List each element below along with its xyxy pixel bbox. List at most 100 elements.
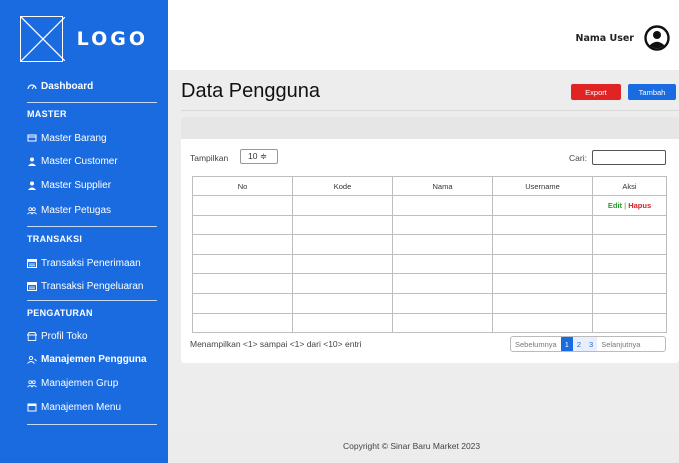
sidebar-item-master-customer[interactable]: Master Customer xyxy=(0,151,168,171)
user-name[interactable]: Nama User xyxy=(576,33,634,44)
edit-link[interactable]: Edit xyxy=(608,201,622,210)
table-cell xyxy=(292,195,393,216)
sidebar-item-manajemen-pengguna[interactable]: Manajemen Pengguna xyxy=(0,349,168,369)
divider xyxy=(27,424,157,425)
table-cell xyxy=(192,312,293,334)
table-cell xyxy=(192,253,293,275)
pagination-page-1[interactable]: 1 xyxy=(560,337,573,351)
pagination-next[interactable]: Selanjutnya xyxy=(597,337,644,351)
column-header-no[interactable]: No xyxy=(192,176,293,196)
table-cell xyxy=(192,292,293,314)
table-cell xyxy=(292,312,393,334)
table-cell xyxy=(192,273,293,294)
table-cell xyxy=(392,312,493,334)
pagination-page-2[interactable]: 2 xyxy=(572,337,586,351)
sidebar-item-dashboard[interactable]: Dashboard xyxy=(0,76,168,96)
table-cell xyxy=(292,253,393,275)
users-table: No Kode Nama Username Aksi Edit | Hapus xyxy=(192,176,667,334)
table-row xyxy=(192,292,667,314)
sidebar-item-label: Profil Toko xyxy=(41,330,88,342)
table-cell xyxy=(292,273,393,294)
table-row xyxy=(192,273,667,294)
table-cell xyxy=(592,253,667,275)
page-size-select[interactable]: 10 ≑ xyxy=(240,149,278,164)
table-cell xyxy=(392,273,493,294)
table-cell xyxy=(192,195,293,216)
table-row xyxy=(192,234,667,255)
table-row xyxy=(192,214,667,236)
sidebar-item-label: Master Supplier xyxy=(41,179,112,191)
divider xyxy=(27,226,157,227)
sidebar-item-profil-toko[interactable]: Profil Toko xyxy=(0,326,168,346)
table-header-row: No Kode Nama Username Aksi xyxy=(192,176,667,196)
table-cell xyxy=(592,312,667,334)
sidebar-item-label: Manajemen Pengguna xyxy=(41,353,147,365)
section-heading-pengaturan: PENGATURAN xyxy=(27,308,93,318)
search-input[interactable] xyxy=(592,150,666,165)
table-row xyxy=(192,312,667,334)
section-heading-master: MASTER xyxy=(27,109,67,119)
table-cell xyxy=(492,214,593,236)
sidebar-item-transaksi-penerimaan[interactable]: Transaksi Penerimaan xyxy=(0,253,168,273)
table-cell xyxy=(292,292,393,314)
table-cell xyxy=(592,273,667,294)
delete-link[interactable]: Hapus xyxy=(628,201,651,210)
sidebar-item-master-supplier[interactable]: Master Supplier xyxy=(0,175,168,195)
sidebar: LOGO Dashboard MASTER Master Barang Mast… xyxy=(0,0,168,463)
user-icon xyxy=(27,180,37,190)
table-cell xyxy=(292,214,393,236)
table-cell xyxy=(492,234,593,255)
users-icon xyxy=(27,378,37,388)
sidebar-item-manajemen-grup[interactable]: Manajemen Grup xyxy=(0,373,168,393)
column-header-username[interactable]: Username xyxy=(492,176,593,196)
menu-window-icon xyxy=(27,402,37,412)
add-button[interactable]: Tambah xyxy=(628,84,676,100)
table-cell xyxy=(192,214,293,236)
table-cell xyxy=(192,234,293,255)
action-separator: | xyxy=(624,200,627,210)
card-header xyxy=(181,117,679,139)
sidebar-item-label: Dashboard xyxy=(41,80,94,92)
sidebar-item-transaksi-pengeluaran[interactable]: Transaksi Pengeluaran xyxy=(0,276,168,296)
table-cell xyxy=(492,273,593,294)
copyright-text: Copyright © Sinar Baru Market 2023 xyxy=(343,441,481,451)
user-avatar-icon[interactable] xyxy=(644,25,670,51)
section-heading-transaksi: TRANSAKSI xyxy=(27,234,83,244)
action-cell: Edit | Hapus xyxy=(592,195,667,216)
table-cell xyxy=(392,253,493,275)
divider xyxy=(27,102,157,103)
users-icon xyxy=(27,205,37,215)
logo-text: LOGO xyxy=(76,28,148,50)
sidebar-item-manajemen-menu[interactable]: Manajemen Menu xyxy=(0,397,168,417)
dashboard-icon xyxy=(27,81,37,91)
table-cell xyxy=(492,195,593,216)
pagination-previous[interactable]: Sebelumnya xyxy=(511,337,561,351)
column-header-aksi: Aksi xyxy=(592,176,667,196)
sidebar-item-label: Master Barang xyxy=(41,132,107,144)
table-cell xyxy=(492,292,593,314)
column-header-kode[interactable]: Kode xyxy=(292,176,393,196)
pagination: Sebelumnya 1 2 3 Selanjutnya xyxy=(510,336,666,352)
user-settings-icon xyxy=(27,354,37,364)
table-cell xyxy=(392,234,493,255)
receipt-icon xyxy=(27,258,37,268)
divider xyxy=(27,300,157,301)
pagination-info: Menampilkan <1> sampai <1> dari <10> ent… xyxy=(190,339,362,349)
table-cell xyxy=(492,312,593,334)
search-label: Cari: xyxy=(569,153,587,163)
store-icon xyxy=(27,331,37,341)
user-icon xyxy=(27,156,37,166)
receipt-icon xyxy=(27,281,37,291)
sidebar-item-master-petugas[interactable]: Master Petugas xyxy=(0,200,168,220)
table-cell xyxy=(592,214,667,236)
table-cell xyxy=(492,253,593,275)
export-button[interactable]: Export xyxy=(571,84,621,100)
table-cell xyxy=(392,292,493,314)
sidebar-item-label: Transaksi Penerimaan xyxy=(41,257,141,269)
pagination-page-3[interactable]: 3 xyxy=(585,337,598,351)
column-header-nama[interactable]: Nama xyxy=(392,176,493,196)
sidebar-item-master-barang[interactable]: Master Barang xyxy=(0,128,168,148)
page-size-label: Tampilkan xyxy=(190,153,229,163)
page-title: Data Pengguna xyxy=(181,80,321,102)
logo[interactable]: LOGO xyxy=(20,14,148,64)
